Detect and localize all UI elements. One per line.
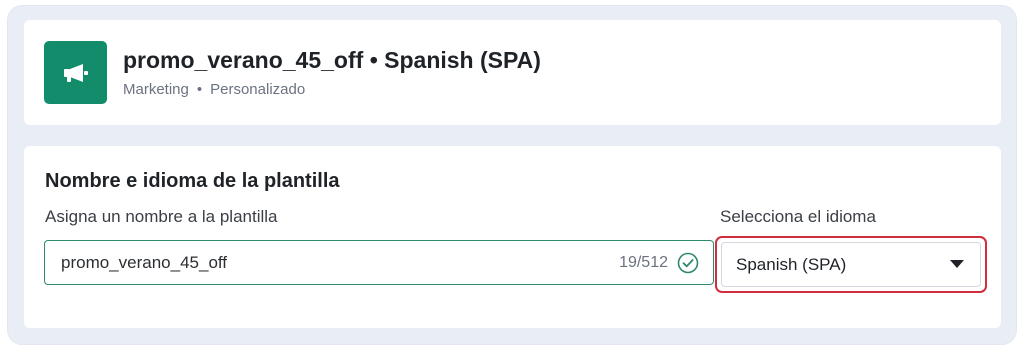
check-circle-icon [677, 252, 699, 273]
meta-separator: • [196, 81, 203, 98]
template-name-input[interactable]: promo_verano_45_off 19/512 [44, 240, 714, 285]
language-select-value: Spanish (SPA) [736, 254, 847, 274]
template-logo [44, 41, 107, 104]
template-editor-panel: promo_verano_45_off • Spanish (SPA) Mark… [8, 6, 1016, 344]
template-category: Marketing [123, 81, 189, 98]
megaphone-icon [63, 63, 88, 82]
template-title: promo_verano_45_off • Spanish (SPA) [123, 47, 541, 73]
character-counter: 19/512 [619, 253, 668, 271]
template-name-label: Asigna un nombre a la plantilla [45, 207, 278, 226]
template-header-card: promo_verano_45_off • Spanish (SPA) Mark… [24, 20, 1001, 125]
template-name-value[interactable]: promo_verano_45_off [61, 253, 619, 273]
template-meta: Marketing • Personalizado [123, 81, 305, 98]
caret-down-icon[interactable] [950, 260, 964, 269]
template-type: Personalizado [210, 81, 306, 98]
template-name-language-card: Nombre e idioma de la plantilla Asigna u… [24, 146, 1001, 328]
language-select[interactable]: Spanish (SPA) [721, 242, 981, 287]
language-label: Selecciona el idioma [720, 207, 876, 226]
section-title: Nombre e idioma de la plantilla [45, 170, 340, 192]
